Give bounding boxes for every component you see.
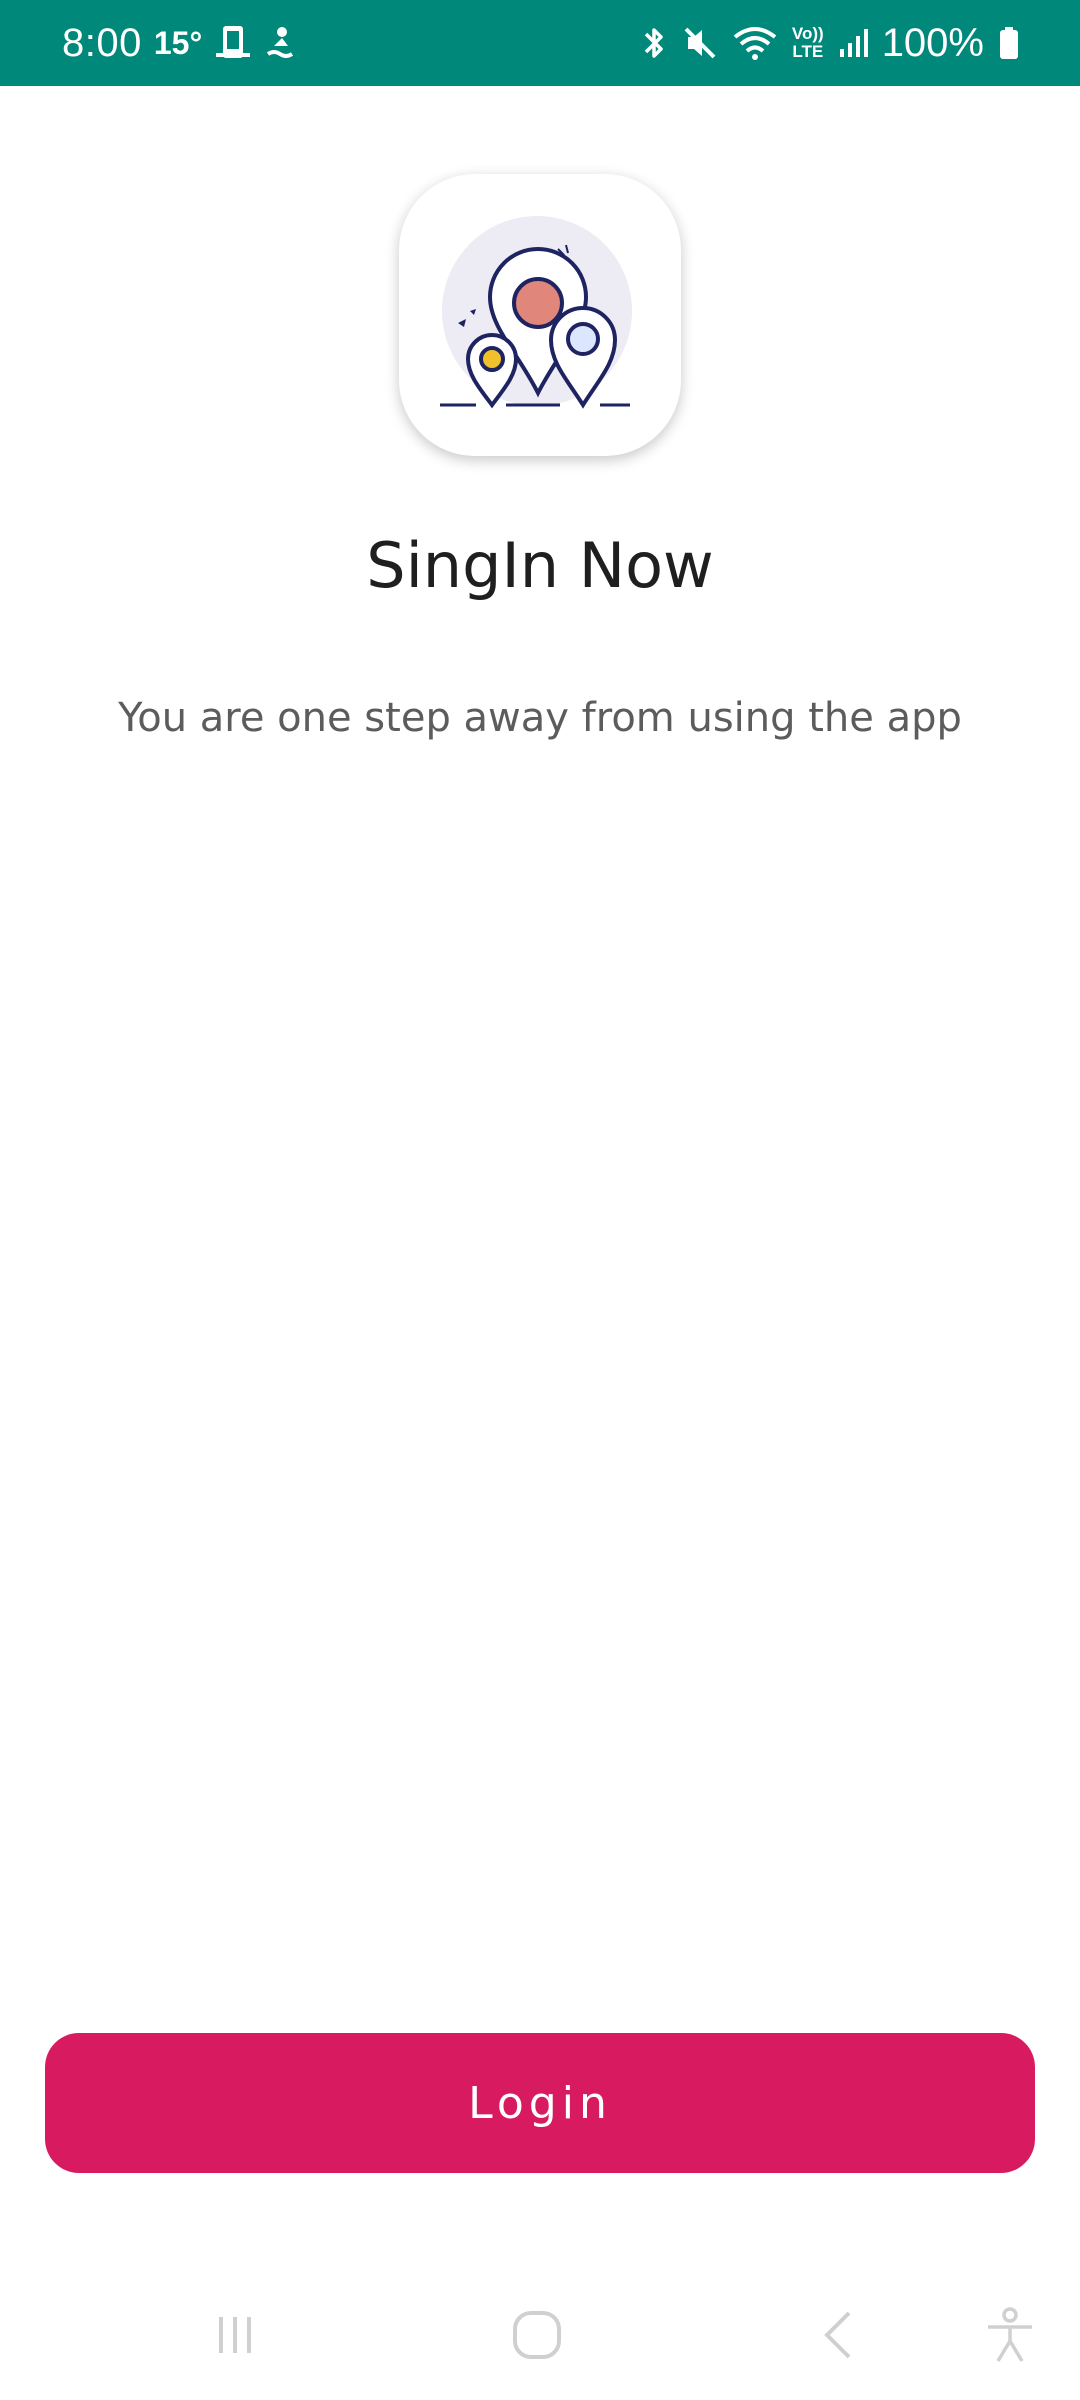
home-button[interactable] xyxy=(492,2290,582,2380)
signal-icon xyxy=(838,23,868,63)
back-icon xyxy=(824,2311,851,2359)
page-subtitle: You are one step away from using the app xyxy=(118,695,962,741)
recent-apps-icon xyxy=(219,2317,251,2353)
volte-icon: Vo)) LTE xyxy=(792,25,824,61)
accessibility-icon xyxy=(988,2307,1032,2362)
volte-label-bottom: LTE xyxy=(792,42,824,61)
status-time: 8:00 xyxy=(62,20,142,65)
home-icon xyxy=(513,2311,561,2359)
mute-icon xyxy=(682,23,718,63)
battery-icon xyxy=(998,23,1020,63)
back-button[interactable] xyxy=(794,2290,884,2380)
app-logo xyxy=(399,174,681,456)
page-title: SingIn Now xyxy=(366,529,714,602)
status-bar: 8:00 15° Vo)) LTE 100% xyxy=(0,0,1080,86)
status-bar-left: 8:00 15° xyxy=(62,0,298,86)
bluetooth-icon xyxy=(640,23,668,63)
phone-screen-icon xyxy=(214,23,252,63)
navigation-bar xyxy=(0,2290,1080,2380)
recent-apps-button[interactable] xyxy=(190,2290,280,2380)
location-pins-logo xyxy=(440,216,632,409)
status-bar-right: Vo)) LTE 100% xyxy=(640,0,1020,86)
status-temperature: 15° xyxy=(153,24,203,61)
login-button[interactable]: Login xyxy=(45,2033,1035,2173)
battery-percent: 100% xyxy=(881,20,984,65)
wifi-icon xyxy=(732,23,778,63)
volte-label-top: Vo)) xyxy=(791,24,824,43)
swimmer-icon xyxy=(264,24,298,62)
accessibility-button[interactable] xyxy=(965,2290,1055,2380)
